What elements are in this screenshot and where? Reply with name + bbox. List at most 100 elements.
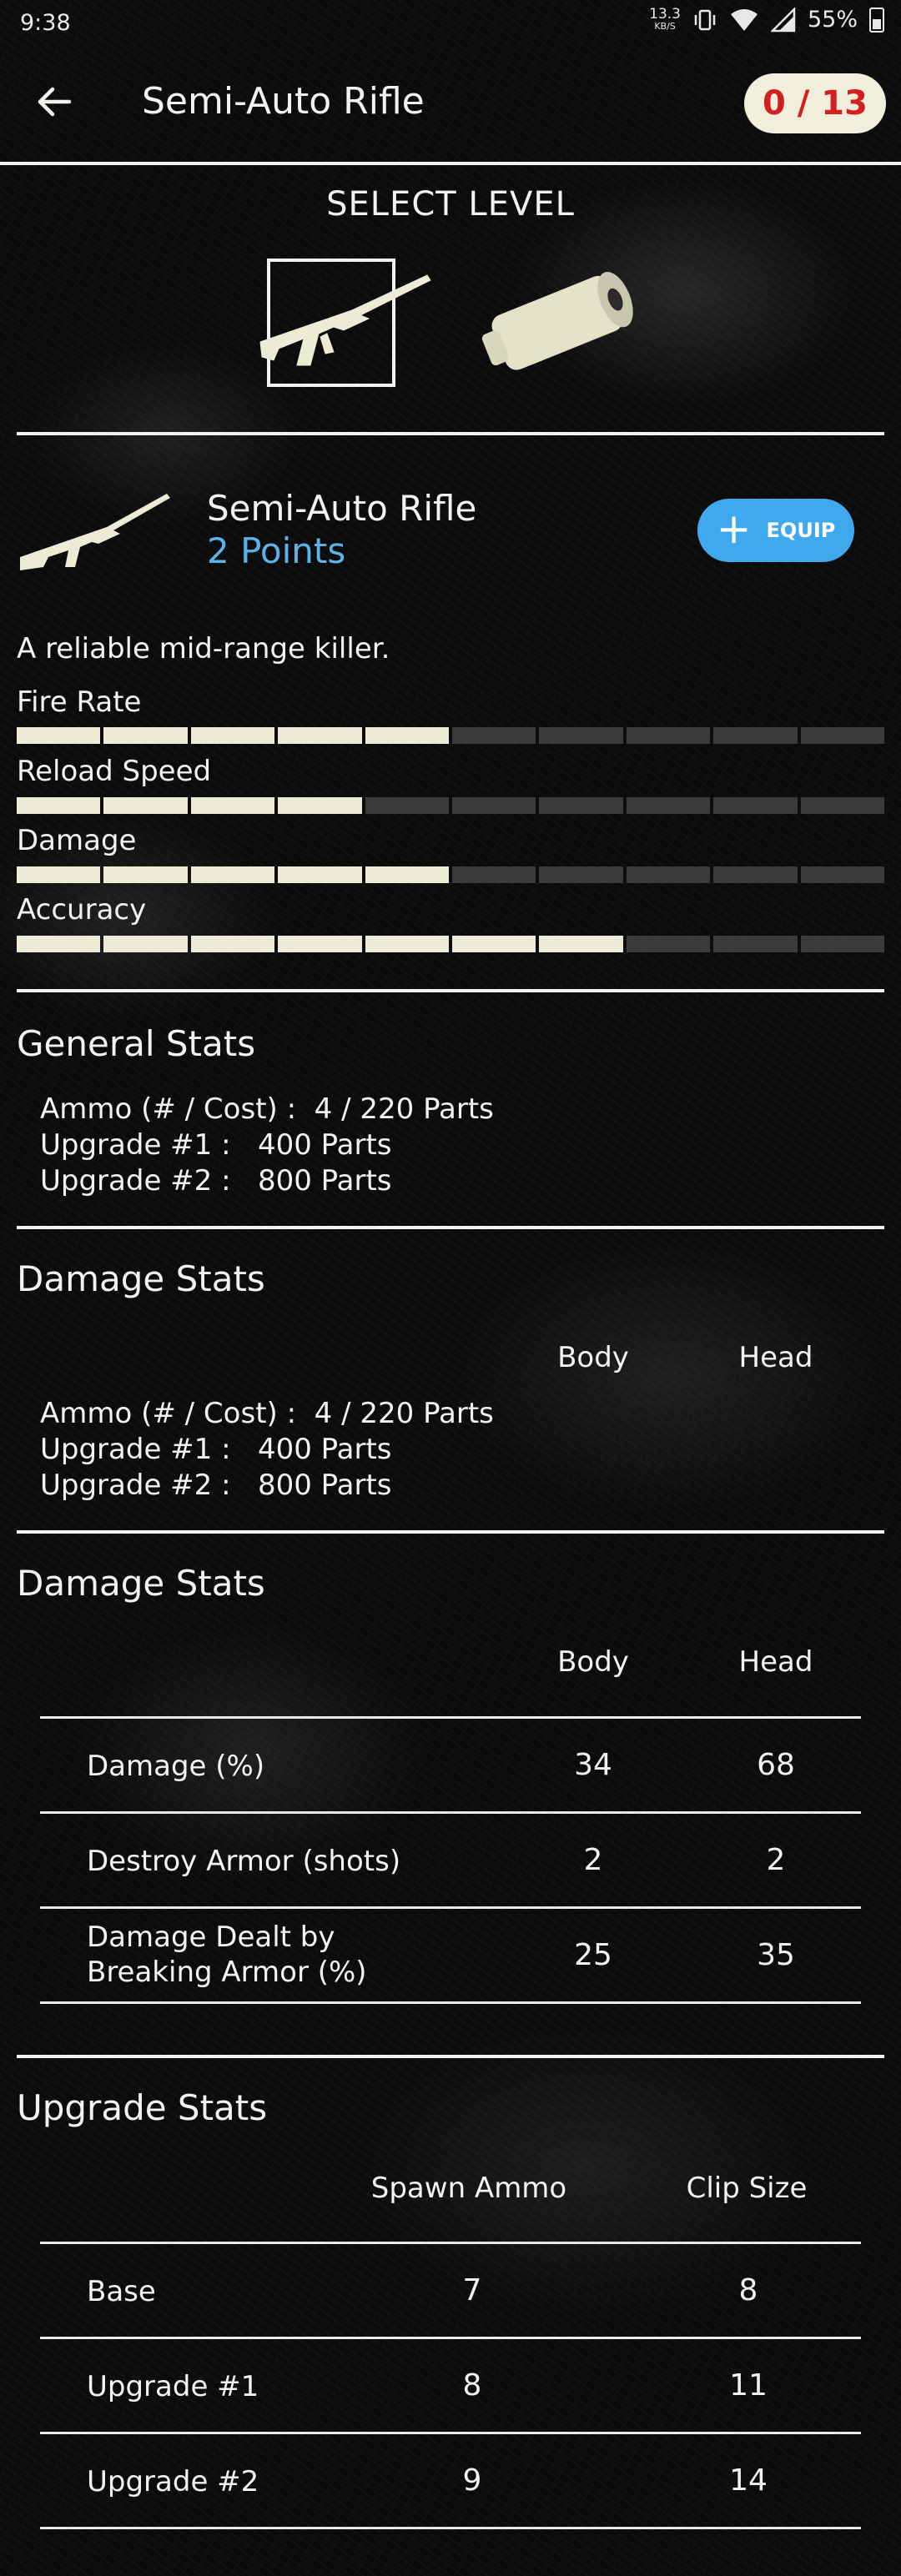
stat-bar-fire-rate <box>17 727 885 744</box>
stat-segment-filled <box>17 866 101 883</box>
header-divider <box>0 162 901 165</box>
stat-segment-filled <box>278 936 362 952</box>
status-time: 9:38 <box>20 10 71 36</box>
table-row-divider <box>40 2001 861 2004</box>
stat-segment-filled <box>190 797 275 814</box>
damage-table-divider <box>17 2055 884 2058</box>
weapon-description: A reliable mid-range killer. <box>17 632 390 665</box>
stat-segment-empty <box>713 797 798 814</box>
stat-segment-filled <box>190 936 275 952</box>
weapon-rifle-icon <box>20 494 170 570</box>
column-header-spawn-ammo: Spawn Ammo <box>370 2172 567 2205</box>
damage-stats-title: Damage Stats <box>17 1258 265 1299</box>
stat-label-accuracy: Accuracy <box>17 893 147 926</box>
table-cell-head: 35 <box>757 1938 795 1972</box>
stat-segment-filled <box>278 866 362 883</box>
table-row-label: Damage (%) <box>87 1750 265 1783</box>
damage-stat-line: Upgrade #1 : 400 Parts <box>40 1433 392 1466</box>
column-header-body: Body <box>557 1645 629 1679</box>
stat-segment-empty <box>365 797 450 814</box>
stat-segment-filled <box>17 797 101 814</box>
stat-segment-filled <box>103 727 188 744</box>
net-speed-value: 13.3 <box>649 6 681 23</box>
stat-segment-filled <box>278 727 362 744</box>
status-bar: 9:38 13.3 KB/S 55% <box>0 0 901 47</box>
table-cell-clip: 8 <box>738 2273 758 2307</box>
damage-stat-line: Ammo (# / Cost) : 4 / 220 Parts <box>40 1397 494 1430</box>
select-level-title: SELECT LEVEL <box>326 185 575 223</box>
general-stats-title: General Stats <box>17 1023 256 1064</box>
table-row-divider <box>40 2432 861 2434</box>
stat-segment-empty <box>800 727 885 744</box>
page-title: Semi-Auto Rifle <box>142 80 425 123</box>
network-speed: 13.3 KB/S <box>649 8 681 32</box>
table-row-divider <box>40 1811 861 1814</box>
table-cell-body: 2 <box>583 1843 603 1877</box>
points-badge: 0 / 13 <box>744 73 886 133</box>
equip-button[interactable]: + EQUIP <box>697 499 854 562</box>
stat-segment-filled <box>365 727 450 744</box>
rifle-icon[interactable] <box>227 259 444 384</box>
stat-segment-empty <box>452 866 536 883</box>
table-row-divider <box>40 2242 861 2244</box>
plus-icon: + <box>716 505 752 553</box>
stat-segment-empty <box>800 797 885 814</box>
vibrate-icon <box>694 9 716 30</box>
table-cell-body: 34 <box>574 1748 612 1782</box>
net-speed-unit: KB/S <box>654 21 676 32</box>
stat-segment-filled <box>103 866 188 883</box>
stat-segment-filled <box>539 936 623 952</box>
table-row-label: Destroy Armor (shots) <box>87 1845 401 1878</box>
table-row-divider <box>40 2527 861 2529</box>
stat-segment-empty <box>626 936 711 952</box>
column-header-clip-size: Clip Size <box>686 2172 808 2205</box>
stat-segment-empty <box>539 866 623 883</box>
stat-segment-empty <box>713 936 798 952</box>
column-header-head: Head <box>738 1645 813 1679</box>
back-button[interactable] <box>25 77 83 127</box>
column-header-body: Body <box>557 1341 629 1374</box>
stat-label-reload-speed: Reload Speed <box>17 755 212 788</box>
stat-segment-filled <box>365 866 450 883</box>
wifi-icon <box>730 8 758 31</box>
stat-segment-empty <box>626 866 711 883</box>
stat-segment-empty <box>800 936 885 952</box>
stat-segment-empty <box>626 727 711 744</box>
signal-icon <box>770 7 796 32</box>
back-arrow-icon <box>38 87 72 117</box>
table-row-label: Upgrade #1 <box>87 2370 259 2403</box>
stat-segment-empty <box>713 727 798 744</box>
stat-segment-empty <box>452 797 536 814</box>
table-cell-spawn: 8 <box>462 2368 482 2403</box>
general-stat-line: Ammo (# / Cost) : 4 / 220 Parts <box>40 1092 494 1126</box>
stat-label-damage: Damage <box>17 824 137 857</box>
stat-segment-empty <box>800 866 885 883</box>
stat-bar-reload-speed <box>17 797 885 814</box>
stat-label-fire-rate: Fire Rate <box>17 685 142 719</box>
table-cell-head: 2 <box>766 1843 786 1877</box>
stat-bar-accuracy <box>17 936 885 952</box>
level-divider <box>17 432 884 435</box>
battery-percent: 55% <box>807 7 858 33</box>
stats-divider <box>17 989 884 992</box>
stat-segment-filled <box>190 866 275 883</box>
general-divider <box>17 1226 884 1229</box>
table-row-divider <box>40 1716 861 1719</box>
damage-divider <box>17 1530 884 1534</box>
equip-label: EQUIP <box>766 519 836 542</box>
table-cell-head: 68 <box>757 1748 795 1782</box>
table-row-divider <box>40 2337 861 2339</box>
battery-icon <box>869 7 884 33</box>
stat-segment-filled <box>190 727 275 744</box>
weapon-points: 2 Points <box>207 530 346 571</box>
weapon-name: Semi-Auto Rifle <box>207 488 477 529</box>
column-header-head: Head <box>738 1341 813 1374</box>
stat-segment-filled <box>17 936 101 952</box>
stat-segment-empty <box>452 727 536 744</box>
table-cell-spawn: 9 <box>462 2463 482 2498</box>
stat-segment-empty <box>713 866 798 883</box>
table-row-label: Base <box>87 2275 156 2308</box>
table-cell-clip: 11 <box>729 2368 768 2403</box>
stat-bar-damage <box>17 866 885 883</box>
silencer-icon[interactable] <box>467 244 667 385</box>
